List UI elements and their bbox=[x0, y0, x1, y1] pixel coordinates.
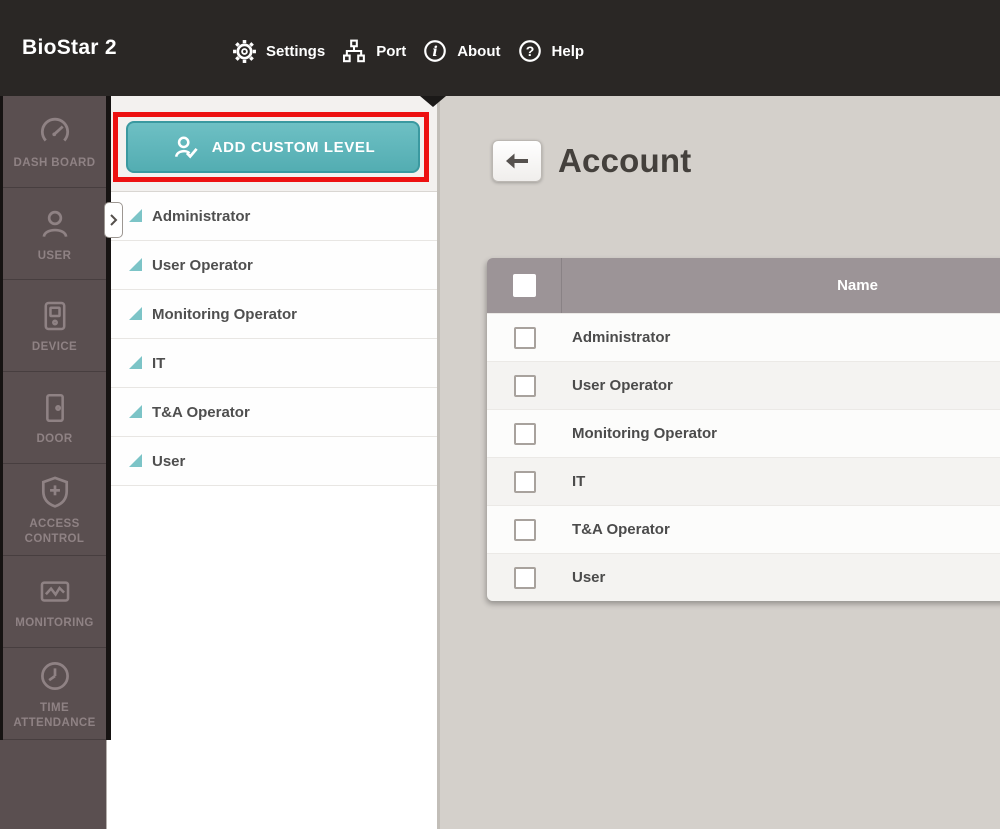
tree-item-monitoring-operator[interactable]: Monitoring Operator bbox=[111, 290, 437, 339]
help-icon: ? bbox=[517, 38, 543, 64]
port-menu-item[interactable]: Port bbox=[341, 38, 406, 64]
table-row-ta-operator[interactable]: T&A Operator bbox=[487, 505, 1000, 553]
column-header-name[interactable]: Name bbox=[562, 258, 1000, 313]
sidebar-item-door[interactable]: DOOR bbox=[3, 372, 106, 464]
select-all-checkbox[interactable] bbox=[513, 274, 536, 297]
table-row-it[interactable]: IT bbox=[487, 457, 1000, 505]
sidebar-item-label: TIME ATTENDANCE bbox=[5, 701, 105, 731]
info-icon: i bbox=[422, 38, 448, 64]
tree-item-user-operator[interactable]: User Operator bbox=[111, 241, 437, 290]
sidebar-item-access-control[interactable]: ACCESS CONTROL bbox=[3, 464, 106, 556]
sidebar-nav: DASH BOARD USER DEVICE bbox=[0, 96, 106, 829]
sidebar-item-label: ACCESS CONTROL bbox=[5, 517, 105, 547]
add-custom-level-label: ADD CUSTOM LEVEL bbox=[212, 139, 376, 156]
table-row-administrator[interactable]: Administrator bbox=[487, 313, 1000, 361]
tree-item-user[interactable]: User bbox=[111, 437, 437, 486]
sidebar-item-dashboard[interactable]: DASH BOARD bbox=[3, 96, 106, 188]
tree-expander-icon[interactable] bbox=[129, 356, 142, 369]
tree-expander-icon[interactable] bbox=[129, 209, 142, 222]
svg-text:i: i bbox=[433, 44, 438, 60]
row-checkbox[interactable] bbox=[514, 519, 536, 541]
row-checkbox[interactable] bbox=[514, 375, 536, 397]
sidebar-item-label: DEVICE bbox=[5, 340, 105, 355]
panel-notch-icon bbox=[420, 96, 446, 107]
dashboard-icon bbox=[36, 115, 74, 149]
settings-menu-item[interactable]: Settings bbox=[232, 39, 325, 64]
port-label: Port bbox=[376, 43, 406, 60]
account-table: Name Administrator User Operator Monitor… bbox=[487, 258, 1000, 601]
add-custom-level-button[interactable]: ADD CUSTOM LEVEL bbox=[126, 121, 420, 173]
row-checkbox[interactable] bbox=[514, 327, 536, 349]
sidebar-item-label: USER bbox=[5, 249, 105, 264]
panel-collapse-handle[interactable] bbox=[104, 202, 123, 238]
gear-icon bbox=[232, 39, 257, 64]
sidebar-item-time-attendance[interactable]: TIME ATTENDANCE bbox=[3, 648, 106, 740]
collapse-chevron-icon bbox=[109, 213, 118, 227]
sidebar-item-label: DASH BOARD bbox=[5, 156, 105, 171]
person-check-icon bbox=[171, 133, 201, 161]
checkbox-cell bbox=[487, 506, 562, 553]
network-icon bbox=[341, 38, 367, 64]
content-area: Account Name Administrator User Operator… bbox=[437, 96, 1000, 829]
tree-expander-icon[interactable] bbox=[129, 405, 142, 418]
panel-header: ADD CUSTOM LEVEL bbox=[111, 96, 437, 192]
custom-level-panel: ADD CUSTOM LEVEL Administrator User Oper… bbox=[111, 96, 437, 829]
topbar-menu: Settings Port i About bbox=[232, 0, 584, 96]
sidebar-divider bbox=[106, 96, 111, 740]
row-checkbox[interactable] bbox=[514, 567, 536, 589]
row-checkbox[interactable] bbox=[514, 471, 536, 493]
sidebar-item-monitoring[interactable]: MONITORING bbox=[3, 556, 106, 648]
tree-expander-icon[interactable] bbox=[129, 454, 142, 467]
row-checkbox[interactable] bbox=[514, 423, 536, 445]
checkbox-cell bbox=[487, 458, 562, 505]
sidebar-item-device[interactable]: DEVICE bbox=[3, 280, 106, 372]
sidebar-divider-lower bbox=[106, 740, 111, 829]
table-header-row: Name bbox=[487, 258, 1000, 313]
highlight-annotation: ADD CUSTOM LEVEL bbox=[113, 112, 429, 182]
arrow-left-icon bbox=[504, 151, 530, 171]
tree-item-ta-operator[interactable]: T&A Operator bbox=[111, 388, 437, 437]
checkbox-cell bbox=[487, 362, 562, 409]
about-label: About bbox=[457, 43, 500, 60]
checkbox-cell bbox=[487, 410, 562, 457]
sidebar-item-user[interactable]: USER bbox=[3, 188, 106, 280]
back-button[interactable] bbox=[492, 140, 542, 182]
sidebar-menu: DASH BOARD USER DEVICE bbox=[0, 96, 106, 740]
checkbox-cell bbox=[487, 554, 562, 601]
select-all-cell bbox=[487, 258, 562, 313]
custom-level-tree: Administrator User Operator Monitoring O… bbox=[111, 192, 437, 486]
checkbox-cell bbox=[487, 314, 562, 361]
help-label: Help bbox=[552, 43, 585, 60]
settings-label: Settings bbox=[266, 43, 325, 60]
time-attendance-icon bbox=[37, 658, 73, 694]
table-row-user[interactable]: User bbox=[487, 553, 1000, 601]
page-title: Account bbox=[558, 140, 691, 182]
help-menu-item[interactable]: ? Help bbox=[517, 38, 585, 64]
biostar-window: BioStar 2 Settings bbox=[0, 0, 1000, 829]
tree-item-administrator[interactable]: Administrator bbox=[111, 192, 437, 241]
user-icon bbox=[37, 206, 73, 242]
access-control-icon bbox=[37, 474, 73, 510]
door-icon bbox=[38, 391, 72, 425]
monitoring-icon bbox=[36, 575, 74, 609]
svg-text:?: ? bbox=[525, 43, 534, 59]
sidebar-item-label: DOOR bbox=[5, 432, 105, 447]
tree-item-it[interactable]: IT bbox=[111, 339, 437, 388]
device-icon bbox=[38, 299, 72, 333]
app-logo: BioStar 2 bbox=[22, 0, 117, 96]
tree-expander-icon[interactable] bbox=[129, 307, 142, 320]
sidebar-item-label: MONITORING bbox=[5, 616, 105, 631]
tree-expander-icon[interactable] bbox=[129, 258, 142, 271]
about-menu-item[interactable]: i About bbox=[422, 38, 500, 64]
table-row-user-operator[interactable]: User Operator bbox=[487, 361, 1000, 409]
table-row-monitoring-operator[interactable]: Monitoring Operator bbox=[487, 409, 1000, 457]
topbar: BioStar 2 Settings bbox=[0, 0, 1000, 96]
